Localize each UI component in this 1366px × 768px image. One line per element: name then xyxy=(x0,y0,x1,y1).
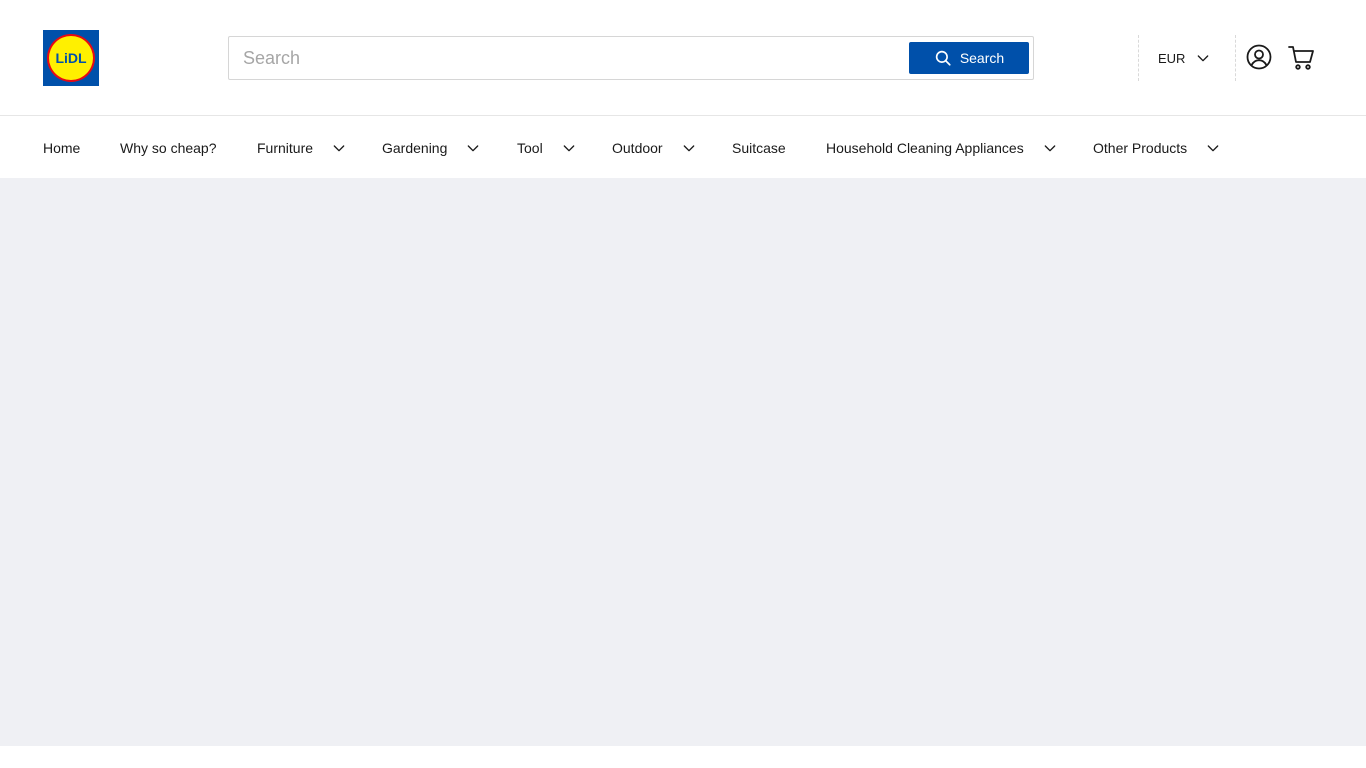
nav-item-label: Household Cleaning Appliances xyxy=(826,139,1024,156)
nav-item-label: Why so cheap? xyxy=(120,139,217,156)
nav-item-gardening[interactable]: Gardening xyxy=(382,117,481,178)
chevron-down-icon xyxy=(1044,144,1056,151)
nav-item-household-cleaning-appliances[interactable]: Household Cleaning Appliances xyxy=(826,117,1058,178)
nav-item-tool[interactable]: Tool xyxy=(517,117,577,178)
chevron-down-icon xyxy=(683,144,694,151)
nav-item-label: Tool xyxy=(517,139,543,156)
search-input[interactable] xyxy=(229,37,899,79)
nav-item-label: Gardening xyxy=(382,139,448,156)
chevron-down-icon xyxy=(1198,55,1209,62)
page-bottom-strip xyxy=(0,746,1366,768)
search-icon xyxy=(935,50,951,66)
nav-item-outdoor[interactable]: Outdoor xyxy=(612,117,697,178)
currency-label: EUR xyxy=(1158,50,1186,66)
nav-item-home[interactable]: Home xyxy=(43,117,80,178)
main-content-area xyxy=(0,178,1366,746)
category-nav: Home Why so cheap? Furniture Gardening T… xyxy=(0,117,1366,178)
nav-item-label: Suitcase xyxy=(732,139,786,156)
nav-item-label: Furniture xyxy=(257,139,314,156)
lidl-logo[interactable]: LiDL xyxy=(43,30,99,86)
nav-item-why-so-cheap[interactable]: Why so cheap? xyxy=(120,117,217,178)
chevron-down-icon xyxy=(333,144,345,151)
account-icon[interactable] xyxy=(1246,44,1272,70)
chevron-down-icon xyxy=(1207,144,1219,151)
nav-item-other-products[interactable]: Other Products xyxy=(1093,117,1221,178)
nav-item-label: Home xyxy=(43,139,81,156)
nav-item-suitcase[interactable]: Suitcase xyxy=(732,117,786,178)
search-button-label: Search xyxy=(959,50,1005,66)
chevron-down-icon xyxy=(563,144,575,151)
header-divider xyxy=(1235,35,1236,81)
currency-selector[interactable]: EUR xyxy=(1158,46,1211,70)
nav-item-label: Outdoor xyxy=(612,139,663,156)
nav-item-label: Other Products xyxy=(1093,139,1188,156)
cart-icon[interactable] xyxy=(1287,43,1315,71)
chevron-down-icon xyxy=(468,144,479,151)
search-button[interactable]: Search xyxy=(909,42,1029,74)
header-divider xyxy=(1138,35,1139,81)
logo-text: LiDL xyxy=(55,50,87,66)
search-bar: Search xyxy=(228,36,1034,80)
nav-item-furniture[interactable]: Furniture xyxy=(257,117,347,178)
site-header: LiDL Search EUR xyxy=(0,0,1366,116)
